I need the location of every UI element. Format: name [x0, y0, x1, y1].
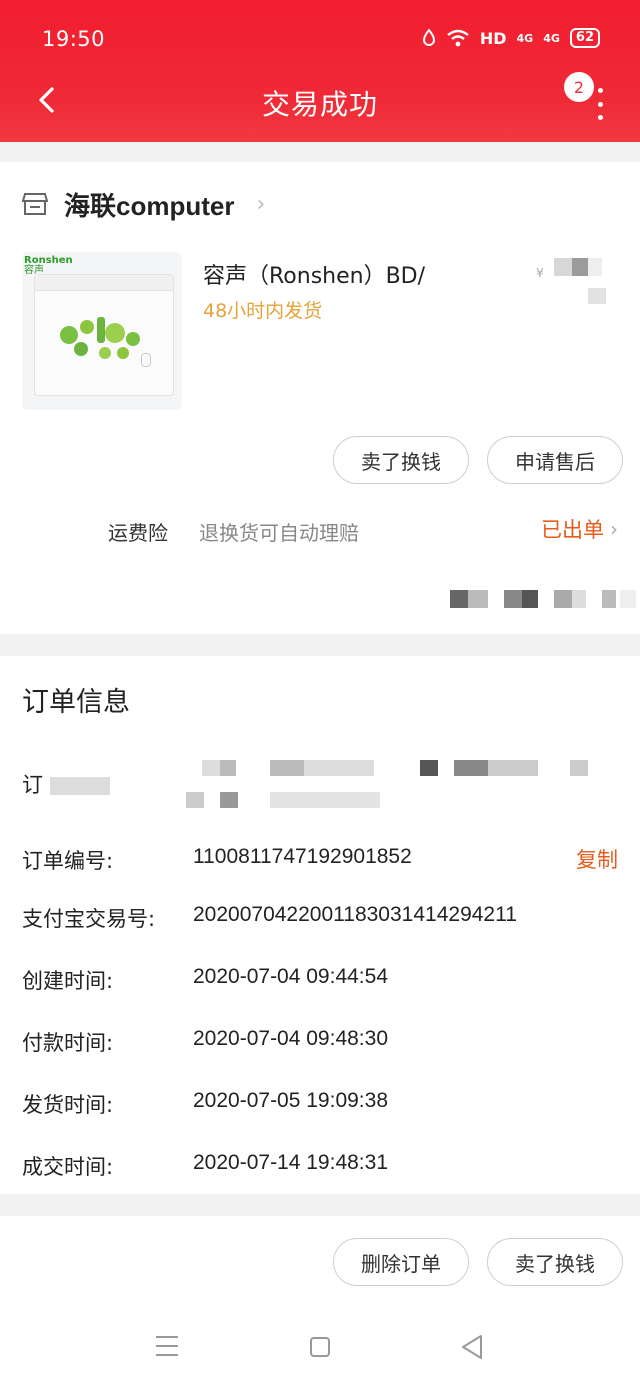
back-triangle-icon[interactable]	[460, 1334, 484, 1360]
menu-icon[interactable]	[156, 1336, 178, 1356]
chest-freezer-illustration	[34, 274, 174, 396]
signal-icon-1: 4G	[516, 31, 534, 45]
order-number-label: 订单编号:	[22, 849, 114, 873]
total-price-blurred	[450, 590, 640, 610]
store-icon	[22, 193, 48, 215]
product-image[interactable]: Ronshen 容声	[22, 252, 182, 410]
price-symbol: ¥	[536, 266, 544, 280]
delete-order-button[interactable]: 删除订单	[333, 1238, 469, 1286]
brand-logo: Ronshen 容声	[24, 255, 73, 276]
status-time: 19:50	[42, 27, 106, 51]
order-item-card: 海联computer › Ronshen 容声 容声（Ronshen）BD/ 4…	[0, 162, 640, 634]
price-blurred: ¥	[536, 258, 606, 306]
header: 19:50 HD 4G 4G 62 交易成功 2	[0, 0, 640, 142]
wifi-icon	[447, 29, 469, 47]
shipped-time-label: 发货时间:	[22, 1093, 114, 1117]
address-label-prefix: 订	[22, 773, 43, 797]
hd-indicator: HD	[479, 28, 507, 48]
order-number-value: 1100811747192901852	[193, 845, 412, 868]
address-value-blurred	[186, 760, 596, 810]
completed-time-label: 成交时间:	[22, 1155, 114, 1179]
alipay-trade-label: 支付宝交易号:	[22, 907, 156, 931]
fruit-graphic	[60, 317, 140, 359]
paid-time-label: 付款时间:	[22, 1031, 114, 1055]
product-title[interactable]: 容声（Ronshen）BD/	[203, 258, 425, 290]
sell-button-footer[interactable]: 卖了换钱	[487, 1238, 623, 1286]
page-title: 交易成功	[261, 88, 378, 121]
more-menu-button[interactable]: 2	[564, 72, 612, 120]
chevron-right-icon: ›	[610, 517, 618, 541]
completed-time-value: 2020-07-14 19:48:31	[193, 1151, 388, 1174]
more-dot	[597, 88, 603, 93]
sell-button[interactable]: 卖了换钱	[333, 436, 469, 484]
shop-name: 海联computer	[64, 190, 235, 221]
shop-link[interactable]: 海联computer ›	[22, 187, 265, 221]
footer-action-bar: 删除订单 卖了换钱	[0, 1216, 640, 1316]
created-time-label: 创建时间:	[22, 969, 114, 993]
shipped-time-value: 2020-07-05 19:09:38	[193, 1089, 388, 1112]
order-info-title: 订单信息	[22, 687, 130, 718]
system-nav-bar	[0, 1316, 640, 1386]
insurance-status-text: 已出单	[541, 518, 604, 542]
signal-icon-2: 4G	[543, 31, 560, 45]
more-dot	[597, 115, 603, 120]
shipping-insurance-desc: 退换货可自动理赔	[199, 521, 359, 545]
shipping-note: 48小时内发货	[203, 300, 323, 322]
paid-time-value: 2020-07-04 09:48:30	[193, 1027, 388, 1050]
battery-icon: 62	[569, 28, 600, 48]
alarm-icon	[422, 29, 435, 46]
more-dot	[597, 101, 603, 107]
order-info-card: 订单信息 订 订单编号: 1100811747192901852 复制 支付宝交…	[0, 656, 640, 1194]
copy-order-number-button[interactable]: 复制	[576, 844, 618, 874]
status-icons: HD 4G 4G 62	[422, 28, 600, 48]
alipay-trade-value: 2020070422001183031414294211	[193, 903, 517, 926]
message-badge: 2	[564, 72, 594, 102]
shipping-insurance-status[interactable]: 已出单 ›	[541, 514, 618, 544]
after-sale-button[interactable]: 申请售后	[487, 436, 623, 484]
chevron-right-icon: ›	[256, 191, 266, 217]
home-icon[interactable]	[310, 1337, 330, 1357]
nav-bar: 交易成功 2	[0, 72, 640, 140]
shipping-insurance-label: 运费险	[108, 521, 168, 545]
created-time-value: 2020-07-04 09:44:54	[193, 965, 388, 988]
status-bar: 19:50 HD 4G 4G 62	[0, 0, 640, 80]
address-label-blurred: 订	[22, 769, 110, 799]
